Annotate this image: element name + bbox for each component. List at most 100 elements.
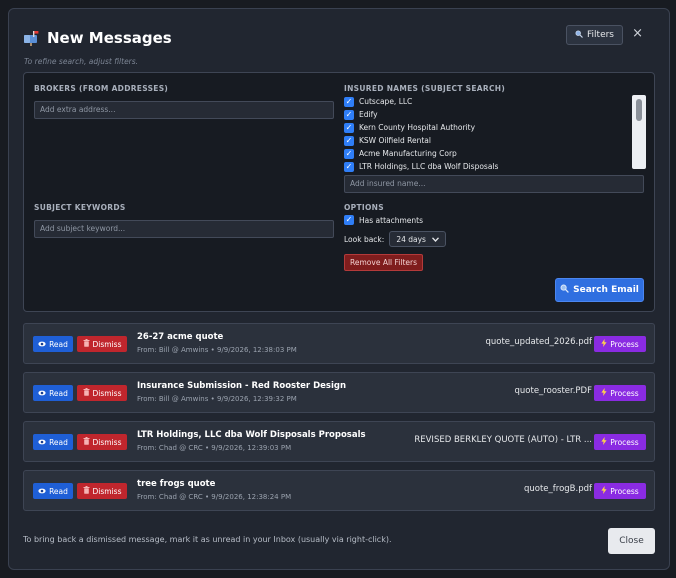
insured-name-item[interactable]: ✓ Edify	[344, 108, 624, 121]
read-button[interactable]: Read	[33, 336, 73, 352]
dismiss-button[interactable]: Dismiss	[77, 336, 127, 352]
read-button[interactable]: Read	[33, 434, 73, 450]
read-button-label: Read	[49, 437, 68, 447]
look-back-label: Look back:	[344, 234, 385, 244]
brokers-label: BROKERS (FROM ADDRESSES)	[34, 84, 169, 93]
footer-hint: To bring back a dismissed message, mark …	[23, 535, 392, 544]
insured-name-item[interactable]: ✓ Cutscape, LLC	[344, 95, 624, 108]
trash-icon	[83, 486, 90, 496]
dismiss-button[interactable]: Dismiss	[77, 385, 127, 401]
mailbox-icon	[23, 30, 41, 46]
insured-name-checkbox[interactable]: ✓	[344, 148, 354, 159]
look-back-select[interactable]: 24 days	[389, 231, 446, 247]
message-subject: Insurance Submission - Red Rooster Desig…	[137, 381, 347, 391]
dismiss-button-label: Dismiss	[92, 388, 122, 398]
insured-name-checkbox[interactable]: ✓	[344, 122, 354, 133]
remove-all-filters-button[interactable]: Remove All Filters	[344, 254, 423, 271]
search-email-button[interactable]: Search Email	[555, 278, 644, 302]
process-button[interactable]: Process	[594, 434, 646, 450]
insured-name-input[interactable]: Add insured name...	[344, 175, 644, 193]
scrollbar-thumb[interactable]	[636, 99, 642, 121]
insured-name-item[interactable]: ✓ LTR Holdings, LLC dba Wolf Disposals	[344, 160, 624, 173]
eye-icon	[38, 487, 46, 496]
trash-icon	[83, 339, 90, 349]
insured-name-item[interactable]: ✓ Kern County Hospital Authority	[344, 121, 624, 134]
dismiss-button[interactable]: Dismiss	[77, 434, 127, 450]
filters-button[interactable]: Filters	[566, 25, 623, 45]
read-button[interactable]: Read	[33, 483, 73, 499]
look-back-option: Look back: 24 days	[344, 231, 446, 247]
filters-panel: BROKERS (FROM ADDRESSES) Add extra addre…	[23, 72, 655, 312]
has-attachments-option[interactable]: ✓ Has attachments	[344, 215, 423, 225]
has-attachments-label: Has attachments	[359, 215, 423, 225]
read-button[interactable]: Read	[33, 385, 73, 401]
dismiss-button[interactable]: Dismiss	[77, 483, 127, 499]
insured-name-label: Edify	[359, 110, 378, 119]
eye-icon	[38, 438, 46, 447]
subject-keyword-input[interactable]: Add subject keyword...	[34, 220, 334, 238]
process-button-label: Process	[610, 388, 639, 398]
process-button[interactable]: Process	[594, 385, 646, 401]
insured-name-checkbox[interactable]: ✓	[344, 135, 354, 146]
message-sender-time: From: Chad @ CRC • 9/9/2026, 12:38:24 PM	[137, 493, 292, 501]
lightning-icon	[601, 388, 607, 398]
magnifier-icon	[575, 30, 583, 41]
magnifier-icon	[560, 284, 569, 296]
insured-names-list: ✓ Cutscape, LLC ✓ Edify ✓ Kern County Hospita…	[344, 95, 646, 173]
insured-name-label: Cutscape, LLC	[359, 97, 413, 106]
read-button-label: Read	[49, 388, 68, 398]
chevron-down-icon	[431, 235, 439, 244]
lightning-icon	[601, 339, 607, 349]
new-messages-dialog: New Messages Filters × To refine search,…	[8, 8, 670, 570]
insured-name-item[interactable]: ✓ Acme Manufacturing Corp	[344, 147, 624, 160]
dismiss-button-label: Dismiss	[92, 339, 122, 349]
eye-icon	[38, 389, 46, 398]
attachment-name: REVISED BERKLEY QUOTE (AUTO) - LTR ...	[414, 435, 592, 445]
message-subject: 26-27 acme quote	[137, 332, 224, 342]
attachment-name: quote_updated_2026.pdf	[485, 337, 592, 347]
message-sender-time: From: Bill @ Amwins • 9/9/2026, 12:38:03…	[137, 346, 297, 354]
dialog-title: New Messages	[23, 29, 172, 47]
trash-icon	[83, 437, 90, 447]
search-email-label: Search Email	[573, 285, 639, 295]
process-button[interactable]: Process	[594, 336, 646, 352]
close-icon[interactable]: ×	[632, 26, 643, 41]
eye-icon	[38, 340, 46, 349]
insured-name-label: Acme Manufacturing Corp	[359, 149, 457, 158]
read-button-label: Read	[49, 339, 68, 349]
dialog-title-text: New Messages	[47, 29, 172, 47]
process-button[interactable]: Process	[594, 483, 646, 499]
message-row: Read Dismiss tree frogs quote From: Chad @ …	[23, 470, 655, 511]
trash-icon	[83, 388, 90, 398]
insured-name-checkbox[interactable]: ✓	[344, 161, 354, 172]
insured-name-label: LTR Holdings, LLC dba Wolf Disposals	[359, 162, 499, 171]
subject-keywords-label: SUBJECT KEYWORDS	[34, 203, 126, 212]
insured-name-checkbox[interactable]: ✓	[344, 109, 354, 120]
insured-name-checkbox[interactable]: ✓	[344, 96, 354, 107]
attachment-name: quote_rooster.PDF	[514, 386, 592, 396]
process-button-label: Process	[610, 437, 639, 447]
message-sender-time: From: Chad @ CRC • 9/9/2026, 12:39:03 PM	[137, 444, 292, 452]
message-row: Read Dismiss 26-27 acme quote From: Bill @ …	[23, 323, 655, 364]
dismiss-button-label: Dismiss	[92, 486, 122, 496]
process-button-label: Process	[610, 486, 639, 496]
read-button-label: Read	[49, 486, 68, 496]
dismiss-button-label: Dismiss	[92, 437, 122, 447]
close-button[interactable]: Close	[608, 528, 655, 554]
insured-name-item[interactable]: ✓ KSW Oilfield Rental	[344, 134, 624, 147]
message-list: Read Dismiss 26-27 acme quote From: Bill @ …	[23, 323, 655, 511]
has-attachments-checkbox[interactable]: ✓	[344, 215, 354, 225]
message-subject: LTR Holdings, LLC dba Wolf Disposals Pro…	[137, 430, 366, 440]
insured-names-label: INSURED NAMES (SUBJECT SEARCH)	[344, 84, 506, 93]
dialog-header: New Messages Filters ×	[23, 23, 655, 53]
process-button-label: Process	[610, 339, 639, 349]
insured-names-scrollbar[interactable]	[632, 95, 646, 169]
insured-name-label: KSW Oilfield Rental	[359, 136, 431, 145]
insured-name-label: Kern County Hospital Authority	[359, 123, 476, 132]
filters-button-label: Filters	[587, 30, 614, 40]
options-label: OPTIONS	[344, 203, 384, 212]
attachment-name: quote_frogB.pdf	[523, 484, 592, 494]
broker-address-input[interactable]: Add extra address...	[34, 101, 334, 119]
message-subject: tree frogs quote	[137, 479, 216, 489]
look-back-value: 24 days	[396, 234, 426, 244]
